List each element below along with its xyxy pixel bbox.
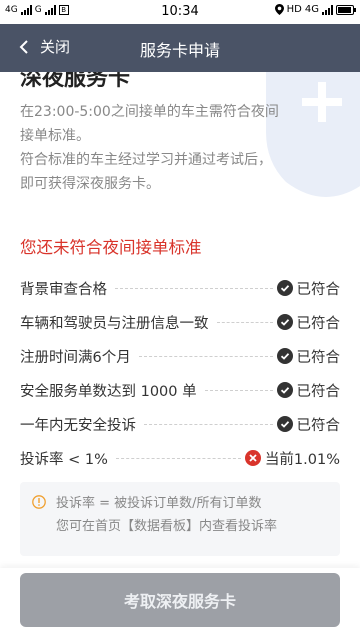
requirement-status: 已符合 (276, 312, 341, 333)
requirement-status: 已符合 (276, 414, 341, 435)
intro-line: 即可获得深夜服务卡。 (20, 176, 160, 192)
requirement-row-failed: 投诉率 < 1% 当前1.01% (20, 441, 340, 475)
hd-label: HD (286, 4, 302, 15)
status-bar: 4G G B 10:34 HD 4G (0, 0, 360, 24)
requirement-row: 背景审查合格 已符合 (20, 271, 340, 305)
status-right: HD 4G (274, 4, 356, 15)
info-icon (32, 495, 46, 509)
nav-bar: 关闭 服务卡申请 (0, 24, 360, 72)
intro-line: 在23:00-5:00之间接单的车主需符合夜间 (20, 104, 279, 120)
requirement-label: 车辆和驾驶员与注册信息一致 (20, 311, 213, 333)
battery-icon (336, 4, 356, 15)
error-circle-icon (244, 450, 261, 466)
requirement-label: 背景审查合格 (20, 277, 111, 299)
card-title: 深夜服务卡 (20, 72, 131, 91)
info-note: 投诉率 = 被投诉订单数/所有订单数 您可在首页【数据看板】内查看投诉率 (20, 482, 340, 556)
status-text: 已符合 (296, 281, 341, 298)
status-text: 已符合 (296, 383, 341, 400)
check-circle-icon (276, 382, 293, 398)
requirement-label: 注册时间满6个月 (20, 345, 135, 367)
main-content[interactable]: 深夜服务卡 在23:00-5:00之间接单的车主需符合夜间 接单标准。 符合标准… (0, 72, 360, 568)
requirement-status: 已符合 (276, 346, 341, 367)
check-circle-icon (276, 416, 293, 432)
dotted-leader (216, 321, 273, 323)
note-line: 您可在首页【数据看板】内查看投诉率 (56, 519, 278, 534)
network-type-3: 4G (304, 4, 319, 15)
note-line: 投诉率 = 被投诉订单数/所有订单数 (56, 496, 262, 511)
status-text: 已符合 (296, 417, 341, 434)
check-circle-icon (276, 348, 293, 364)
requirement-status: 已符合 (276, 278, 341, 299)
intro-line: 接单标准。 (20, 128, 90, 144)
signal-icon-3 (322, 4, 333, 15)
requirement-row: 一年内无安全投诉 已符合 (20, 407, 340, 441)
check-circle-icon (276, 280, 293, 296)
warning-heading: 您还未符合夜间接单标准 (20, 238, 202, 257)
dotted-leader (138, 355, 273, 357)
intro-line: 符合标准的车主经过学习并通过考试后， (20, 152, 272, 168)
dotted-leader (144, 423, 273, 425)
location-icon (274, 4, 284, 15)
check-circle-icon (276, 314, 293, 330)
status-text: 已符合 (296, 315, 341, 332)
page-title: 服务卡申请 (139, 41, 220, 60)
dotted-leader (115, 287, 273, 289)
requirement-status: 已符合 (276, 380, 341, 401)
requirement-label: 投诉率 < 1% (20, 447, 112, 469)
requirement-row: 安全服务单数达到 1000 单 已符合 (20, 373, 340, 407)
requirement-label: 一年内无安全投诉 (20, 413, 140, 435)
dotted-leader (204, 389, 273, 391)
requirement-status: 当前1.01% (244, 448, 340, 469)
status-text: 当前1.01% (264, 451, 340, 468)
requirement-row: 车辆和驾驶员与注册信息一致 已符合 (20, 305, 340, 339)
requirement-row: 注册时间满6个月 已符合 (20, 339, 340, 373)
apply-card-button[interactable]: 考取深夜服务卡 (20, 573, 340, 627)
requirements-list: 背景审查合格 已符合 车辆和驾驶员与注册信息一致 已符合 注册时间满6个月 已符… (20, 271, 340, 475)
dotted-leader (115, 457, 241, 459)
intro-text: 在23:00-5:00之间接单的车主需符合夜间 接单标准。 符合标准的车主经过学… (20, 100, 340, 196)
status-text: 已符合 (296, 349, 341, 366)
footer-bar: 考取深夜服务卡 (0, 568, 360, 640)
requirement-label: 安全服务单数达到 1000 单 (20, 379, 201, 401)
